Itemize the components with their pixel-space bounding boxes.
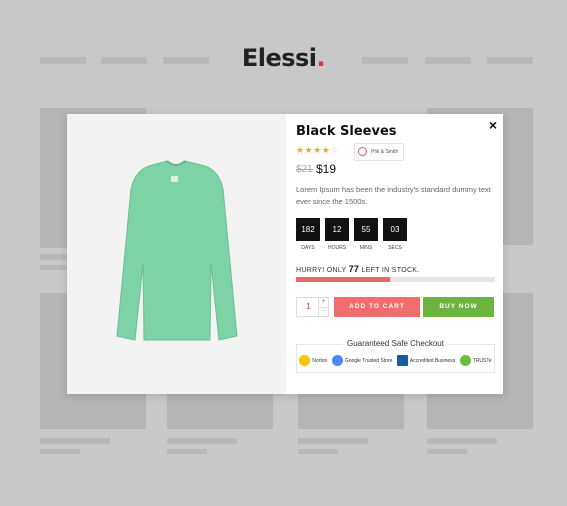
badge-label: TRUSTe — [472, 357, 492, 364]
old-price: $21 — [296, 164, 313, 175]
bg-card-caption — [427, 449, 467, 454]
add-to-cart-button[interactable]: ADD TO CART — [334, 297, 420, 317]
stock-suffix: LEFT IN STOCK. — [361, 267, 420, 274]
bg-card-caption — [298, 438, 368, 444]
quantity-input[interactable]: 1 — [297, 298, 320, 316]
countdown-value: 03 — [383, 218, 407, 241]
price: $19 — [316, 162, 337, 176]
stock-progress-bar — [296, 277, 495, 282]
countdown-secs: 03 SECS — [383, 218, 407, 251]
badge-label: Norton — [312, 357, 328, 364]
trust-badges: Norton Google Trusted Store Accredited B… — [296, 344, 495, 373]
vendor-logo-icon — [358, 147, 367, 156]
bg-card-caption — [427, 438, 497, 444]
badge-label: Google Trusted Store — [344, 357, 393, 364]
stock-progress-fill — [296, 277, 390, 282]
product-description: Lorem Ipsum has been the industry's stan… — [296, 185, 491, 206]
bbb-badge: Accredited Business — [396, 355, 456, 366]
star-rating: ★★★★☆ — [296, 145, 339, 156]
countdown-timer: 182 DAYS 12 HOURS 55 MINS 03 SECS — [296, 218, 407, 251]
bg-card-caption — [167, 438, 237, 444]
countdown-mins: 55 MINS — [354, 218, 378, 251]
badge-label: Accredited Business — [409, 357, 456, 364]
bg-card-caption — [40, 449, 80, 454]
countdown-value: 182 — [296, 218, 320, 241]
stock-message: HURRY! ONLY 77 LEFT IN STOCK. — [296, 264, 420, 274]
norton-check-icon — [299, 355, 311, 366]
star-icon: ★ — [296, 145, 305, 155]
bbb-logo-icon — [396, 355, 408, 366]
google-check-icon — [331, 355, 343, 366]
bg-card-caption — [40, 438, 110, 444]
stock-count: 77 — [348, 264, 360, 274]
safe-checkout-title: Guaranteed Safe Checkout — [343, 339, 448, 348]
countdown-label: HOURS — [327, 245, 347, 251]
quick-view-modal: × Black Sleeves ★★★★☆ Phil & Smith $21 $… — [67, 114, 503, 394]
countdown-value: 12 — [325, 218, 349, 241]
logo-text: Elessi — [241, 44, 317, 72]
truste-badge: TRUSTe — [459, 355, 492, 366]
star-icon: ★ — [304, 145, 314, 155]
product-image — [67, 114, 286, 394]
truste-check-icon — [459, 355, 471, 366]
product-title: Black Sleeves — [296, 124, 397, 139]
site-logo[interactable]: Elessi. — [0, 44, 567, 72]
countdown-label: SECS — [388, 245, 402, 251]
sweater-image — [116, 160, 238, 341]
countdown-label: MINS — [359, 245, 373, 251]
minus-icon[interactable]: - — [318, 307, 328, 316]
bg-card-caption — [167, 449, 207, 454]
norton-badge: Norton — [299, 355, 327, 366]
product-info: Black Sleeves ★★★★☆ Phil & Smith $21 $19… — [296, 114, 496, 394]
stock-prefix: HURRY! ONLY — [296, 267, 347, 274]
buy-now-button[interactable]: BUY NOW — [423, 297, 494, 317]
countdown-days: 182 DAYS — [296, 218, 320, 251]
star-empty-icon: ☆ — [330, 145, 339, 155]
logo-dot: . — [316, 44, 326, 72]
vendor-name: Phil & Smith — [371, 149, 399, 155]
countdown-label: DAYS — [301, 245, 315, 251]
quantity-stepper[interactable]: 1 + - — [296, 297, 329, 317]
star-icon: ★ — [313, 145, 322, 155]
countdown-hours: 12 HOURS — [325, 218, 349, 251]
countdown-value: 55 — [354, 218, 378, 241]
bg-card-caption — [298, 449, 338, 454]
google-badge: Google Trusted Store — [331, 355, 393, 366]
vendor-badge[interactable]: Phil & Smith — [354, 143, 405, 161]
